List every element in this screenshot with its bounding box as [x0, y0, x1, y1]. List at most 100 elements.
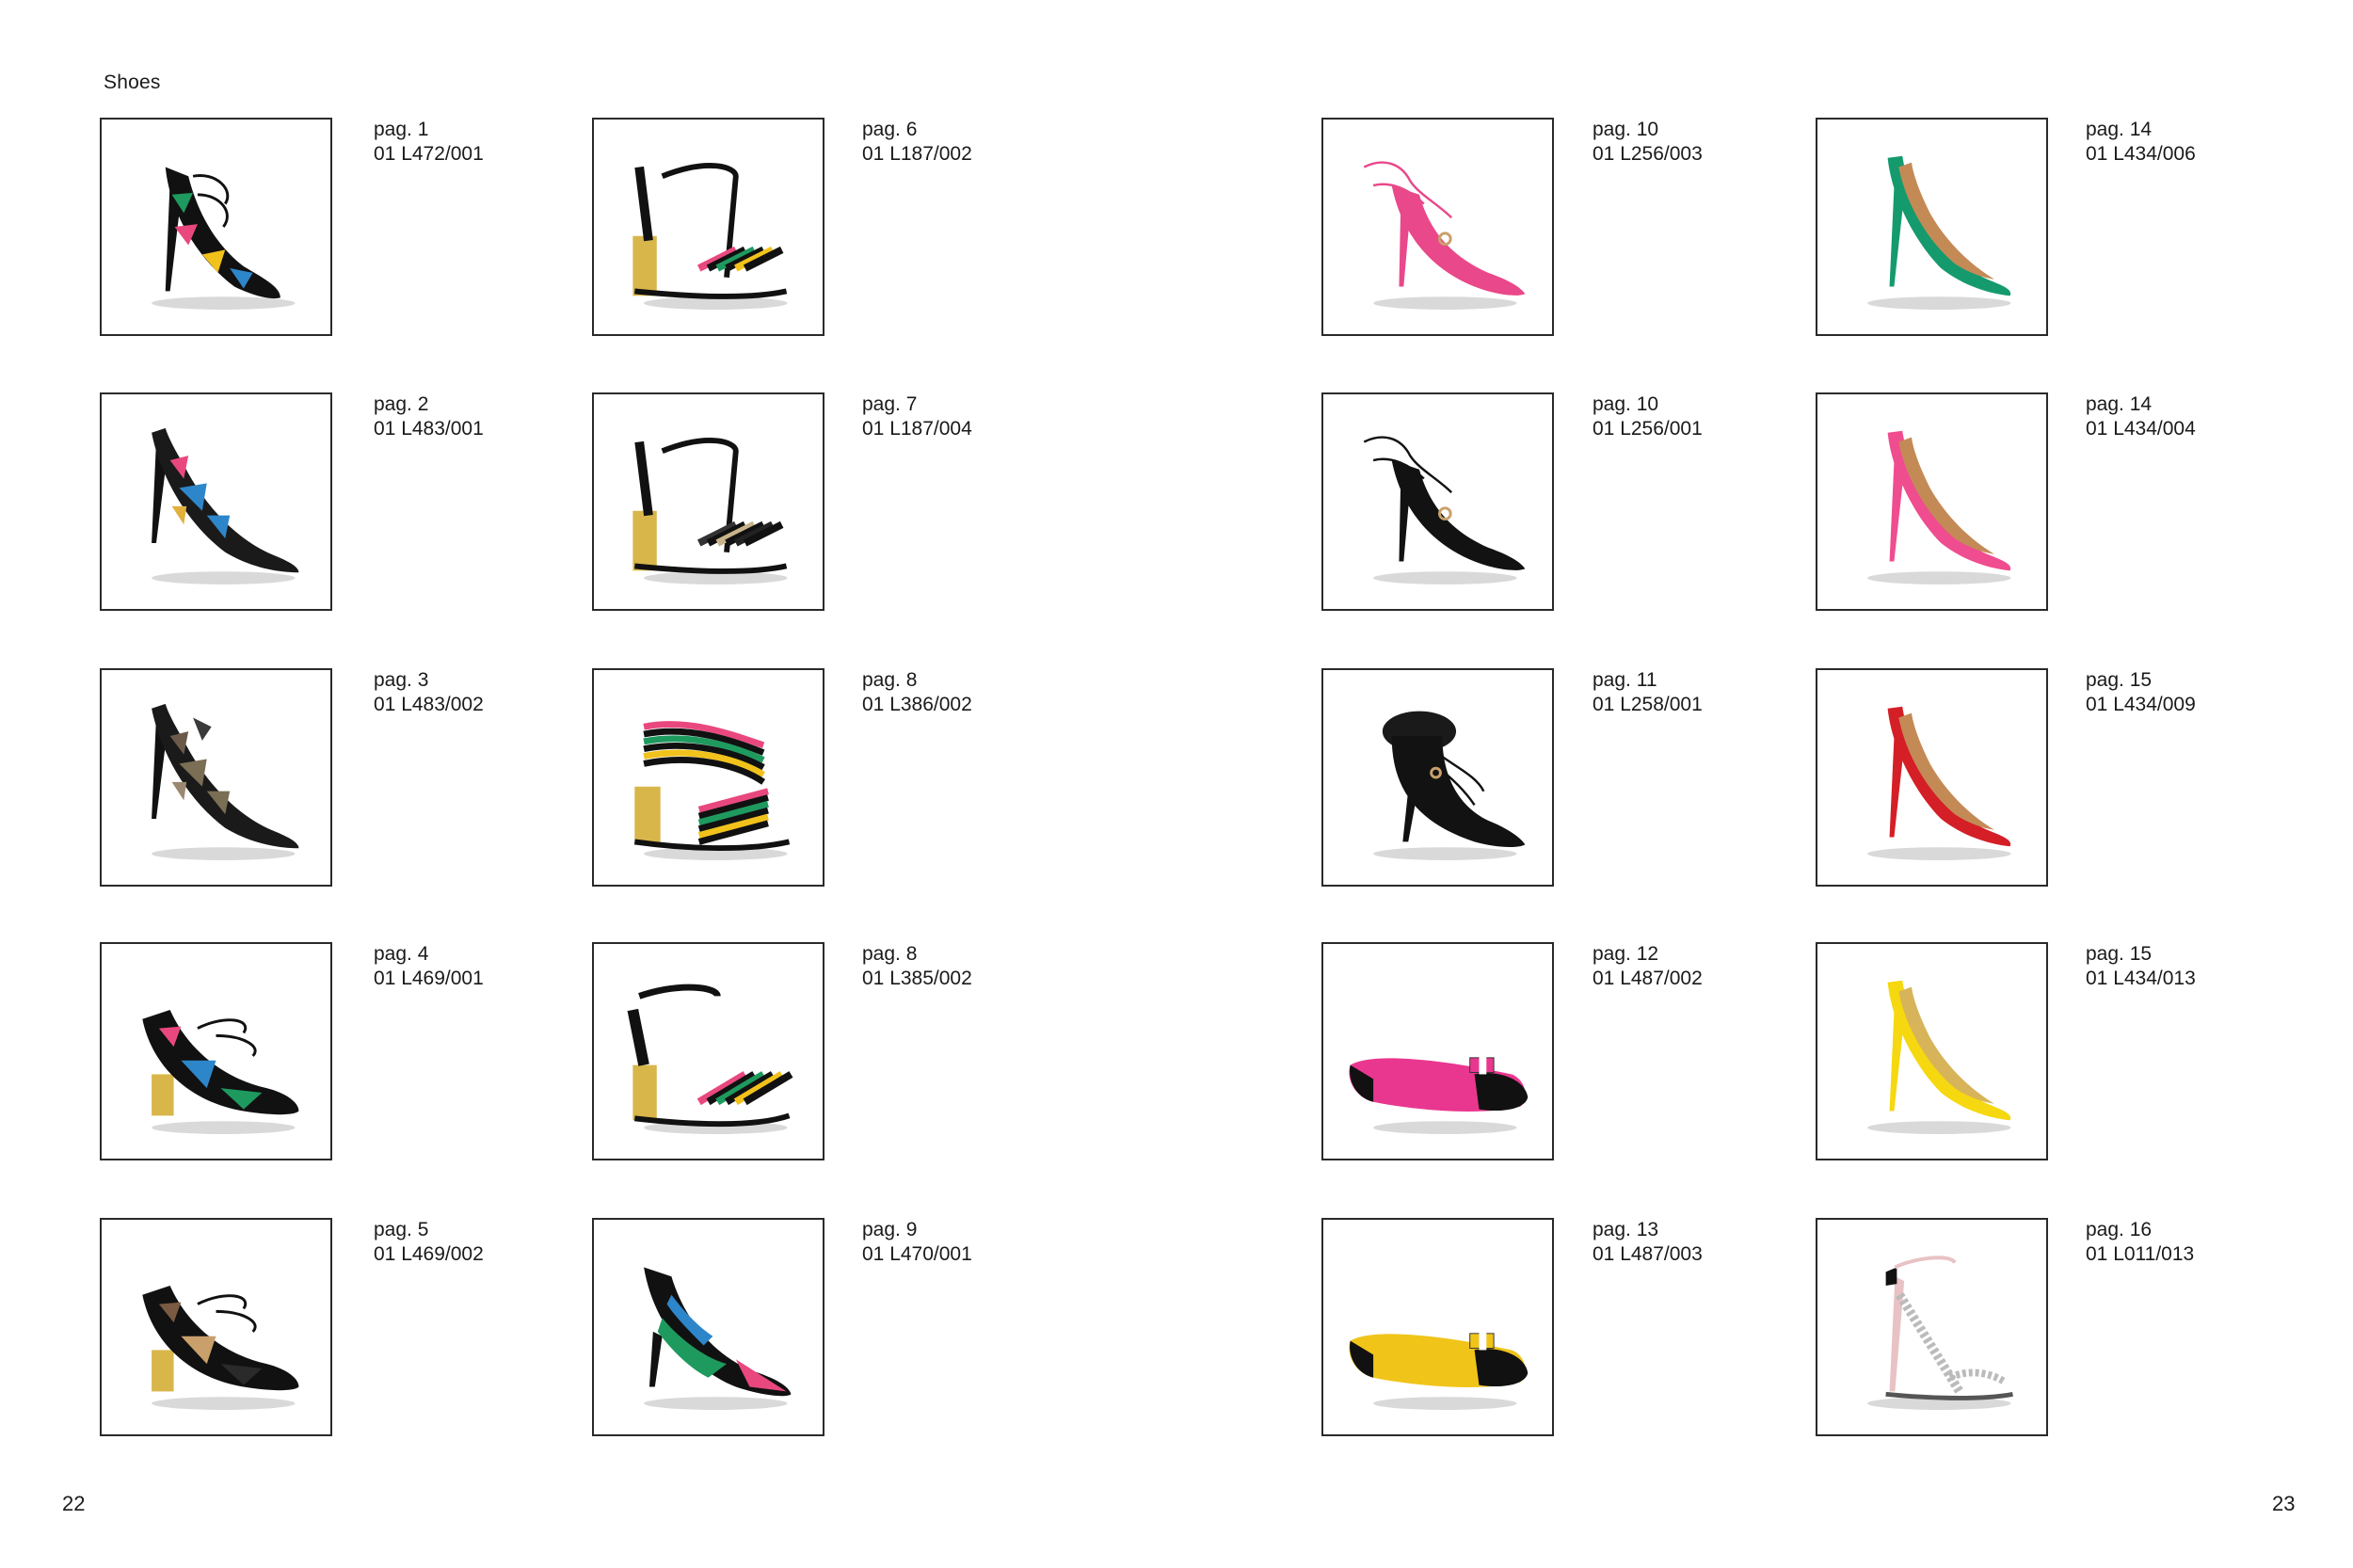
- product-caption: pag. 15 01 L434/009: [2086, 668, 2196, 717]
- product-code: 01 L187/004: [862, 418, 972, 440]
- shoe-thumbnail[interactable]: [592, 668, 824, 887]
- product-caption: pag. 15 01 L434/013: [2086, 942, 2196, 991]
- shoe-illustration-icon: [1867, 155, 2011, 310]
- product-caption: pag. 12 01 L487/002: [1593, 942, 1703, 991]
- shoe-illustration-icon: [1867, 706, 2011, 860]
- shoe-thumbnail[interactable]: [100, 942, 332, 1160]
- shoe-illustration-icon: [152, 167, 296, 310]
- product-code: 01 L483/001: [374, 418, 484, 440]
- shoe-illustration-icon: [1363, 161, 1526, 310]
- page-reference: pag. 10: [1593, 393, 1659, 415]
- product-code: 01 L187/002: [862, 143, 972, 165]
- product-code: 01 L256/001: [1593, 418, 1703, 440]
- page-reference: pag. 1: [374, 119, 429, 140]
- page-reference: pag. 16: [2086, 1219, 2153, 1240]
- page-reference: pag. 10: [1593, 119, 1659, 140]
- section-title: Shoes: [104, 72, 161, 93]
- product-code: 01 L469/002: [374, 1243, 484, 1265]
- page-reference: pag. 8: [862, 943, 918, 965]
- product-caption: pag. 2 01 L483/001: [374, 392, 484, 441]
- shoe-thumbnail[interactable]: [1816, 1218, 2048, 1436]
- shoe-illustration-icon: [1349, 1331, 1529, 1410]
- product-code: 01 L434/004: [2086, 418, 2196, 440]
- page-reference: pag. 11: [1593, 669, 1657, 691]
- product-code: 01 L258/001: [1593, 694, 1703, 715]
- page-reference: pag. 14: [2086, 393, 2153, 415]
- shoe-thumbnail[interactable]: [1321, 1218, 1554, 1436]
- shoe-thumbnail[interactable]: [100, 118, 332, 336]
- page-reference: pag. 2: [374, 393, 429, 415]
- product-code: 01 L487/002: [1593, 968, 1703, 989]
- page-reference: pag. 14: [2086, 119, 2153, 140]
- page-reference: pag. 6: [862, 119, 918, 140]
- product-caption: pag. 16 01 L011/013: [2086, 1218, 2194, 1267]
- shoe-thumbnail[interactable]: [1321, 392, 1554, 611]
- product-caption: pag. 9 01 L470/001: [862, 1218, 972, 1267]
- page-reference: pag. 9: [862, 1219, 918, 1240]
- product-code: 01 L487/003: [1593, 1243, 1703, 1265]
- product-caption: pag. 3 01 L483/002: [374, 668, 484, 717]
- shoe-illustration-icon: [152, 427, 299, 584]
- page-number-right: 23: [2272, 1492, 2296, 1515]
- product-caption: pag. 6 01 L187/002: [862, 118, 972, 167]
- product-code: 01 L472/001: [374, 143, 484, 165]
- product-code: 01 L483/002: [374, 694, 484, 715]
- product-caption: pag. 7 01 L187/004: [862, 392, 972, 441]
- shoe-illustration-icon: [1867, 1256, 2013, 1410]
- product-code: 01 L386/002: [862, 694, 972, 715]
- product-caption: pag. 10 01 L256/001: [1593, 392, 1703, 441]
- shoe-thumbnail[interactable]: [1816, 392, 2048, 611]
- shoe-thumbnail[interactable]: [592, 392, 824, 611]
- product-code: 01 L434/013: [2086, 968, 2196, 989]
- product-caption: pag. 10 01 L256/003: [1593, 118, 1703, 167]
- product-caption: pag. 8 01 L386/002: [862, 668, 972, 717]
- shoe-illustration-icon: [644, 1267, 792, 1410]
- product-code: 01 L434/006: [2086, 143, 2196, 165]
- shoe-thumbnail[interactable]: [100, 668, 332, 887]
- product-caption: pag. 14 01 L434/004: [2086, 392, 2196, 441]
- shoe-illustration-icon: [1373, 711, 1526, 860]
- shoe-illustration-icon: [142, 1010, 299, 1134]
- shoe-thumbnail[interactable]: [100, 1218, 332, 1436]
- shoe-thumbnail[interactable]: [592, 118, 824, 336]
- shoe-thumbnail[interactable]: [1816, 118, 2048, 336]
- product-caption: pag. 13 01 L487/003: [1593, 1218, 1703, 1267]
- page-reference: pag. 5: [374, 1219, 429, 1240]
- shoe-illustration-icon: [627, 984, 793, 1134]
- shoe-thumbnail[interactable]: [1321, 668, 1554, 887]
- shoe-thumbnail[interactable]: [592, 1218, 824, 1436]
- product-code: 01 L470/001: [862, 1243, 972, 1265]
- product-caption: pag. 4 01 L469/001: [374, 942, 484, 991]
- shoe-illustration-icon: [1867, 980, 2011, 1134]
- shoe-illustration-icon: [633, 721, 791, 860]
- shoe-thumbnail[interactable]: [100, 392, 332, 611]
- product-code: 01 L434/009: [2086, 694, 2196, 715]
- page-reference: pag. 15: [2086, 669, 2153, 691]
- shoe-thumbnail[interactable]: [1816, 668, 2048, 887]
- product-caption: pag. 14 01 L434/006: [2086, 118, 2196, 167]
- page-reference: pag. 13: [1593, 1219, 1659, 1240]
- shoe-thumbnail[interactable]: [1321, 942, 1554, 1160]
- shoe-illustration-icon: [632, 163, 788, 310]
- shoe-illustration-icon: [1349, 1055, 1529, 1134]
- shoe-illustration-icon: [1363, 436, 1526, 584]
- page-reference: pag. 8: [862, 669, 918, 691]
- page-reference: pag. 15: [2086, 943, 2153, 965]
- shoe-illustration-icon: [152, 703, 299, 860]
- product-caption: pag. 1 01 L472/001: [374, 118, 484, 167]
- shoe-thumbnail[interactable]: [1321, 118, 1554, 336]
- product-caption: pag. 11 01 L258/001: [1593, 668, 1703, 717]
- page-number-left: 22: [62, 1492, 86, 1515]
- shoe-thumbnail[interactable]: [1816, 942, 2048, 1160]
- shoe-thumbnail[interactable]: [592, 942, 824, 1160]
- shoe-illustration-icon: [632, 438, 788, 584]
- shoe-illustration-icon: [142, 1286, 299, 1410]
- product-code: 01 L385/002: [862, 968, 972, 989]
- product-caption: pag. 8 01 L385/002: [862, 942, 972, 991]
- page-reference: pag. 4: [374, 943, 429, 965]
- product-caption: pag. 5 01 L469/002: [374, 1218, 484, 1267]
- product-code: 01 L011/013: [2086, 1243, 2195, 1265]
- product-code: 01 L256/003: [1593, 143, 1703, 165]
- product-code: 01 L469/001: [374, 968, 484, 989]
- shoe-illustration-icon: [1867, 430, 2011, 584]
